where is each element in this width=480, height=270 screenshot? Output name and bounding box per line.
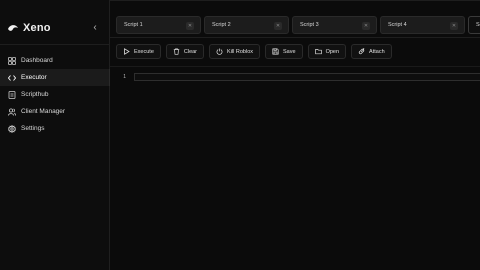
sidebar: Xeno ‹ Dashboard Executor Scripthub Clie… [0,0,110,270]
tab-label: Sc [476,22,480,28]
divider [0,44,110,45]
attach-label: Attach [369,48,385,55]
code-icon [8,74,16,82]
sidebar-item-label: Dashboard [21,57,53,64]
editor-toolbar: Execute Clear Kill Roblox Save Open Atta… [116,44,397,59]
file-icon [8,90,16,99]
attach-button[interactable]: Attach [351,44,392,59]
users-icon [8,107,16,116]
save-button[interactable]: Save [265,44,303,59]
sidebar-item-client-manager[interactable]: Client Manager [0,103,110,120]
tab-script-3[interactable]: Script 3 ✕ [292,16,377,34]
script-tabs: Script 1 ✕ Script 2 ✕ Script 3 ✕ Script … [116,16,480,34]
sidebar-item-label: Client Manager [21,108,66,115]
gear-icon [8,124,16,133]
tab-script-5[interactable]: Sc [468,16,480,34]
clear-button[interactable]: Clear [165,44,205,59]
save-icon [272,48,279,55]
trash-icon [173,48,180,55]
line-number: 1 [123,74,126,80]
divider [110,37,480,38]
current-line[interactable] [134,73,480,81]
kill-roblox-label: Kill Roblox [227,48,254,55]
open-button[interactable]: Open [307,44,347,59]
brand: Xeno [7,19,51,37]
tab-label: Script 2 [212,22,231,28]
tab-label: Script 3 [300,22,319,28]
close-icon[interactable]: ✕ [362,22,370,30]
tab-script-4[interactable]: Script 4 ✕ [380,16,465,34]
sidebar-item-label: Executor [21,74,47,81]
play-icon [123,48,130,55]
close-icon[interactable]: ✕ [186,22,194,30]
tab-label: Script 4 [388,22,407,28]
close-icon[interactable]: ✕ [450,22,458,30]
clear-label: Clear [183,48,198,55]
tab-script-1[interactable]: Script 1 ✕ [116,16,201,34]
open-label: Open [325,48,340,55]
sidebar-nav: Dashboard Executor Scripthub Client Mana… [0,52,110,137]
code-editor[interactable]: 1 [110,67,480,270]
sidebar-item-executor[interactable]: Executor [0,69,110,86]
kill-roblox-button[interactable]: Kill Roblox [209,44,261,59]
sidebar-item-settings[interactable]: Settings [0,120,110,137]
app-name: Xeno [23,22,51,34]
sidebar-item-dashboard[interactable]: Dashboard [0,52,110,69]
save-label: Save [283,48,296,55]
close-icon[interactable]: ✕ [274,22,282,30]
folder-icon [314,48,322,55]
chevron-left-icon[interactable]: ‹ [89,20,101,34]
power-icon [216,48,223,55]
tab-label: Script 1 [124,22,143,28]
execute-label: Execute [134,48,154,55]
grid-icon [8,56,16,65]
sidebar-item-label: Settings [21,125,45,132]
xeno-logo-icon [8,25,18,31]
execute-button[interactable]: Execute [116,44,161,59]
tab-script-2[interactable]: Script 2 ✕ [204,16,289,34]
sidebar-item-label: Scripthub [21,91,49,98]
sidebar-item-scripthub[interactable]: Scripthub [0,86,110,103]
link-icon [358,48,365,55]
